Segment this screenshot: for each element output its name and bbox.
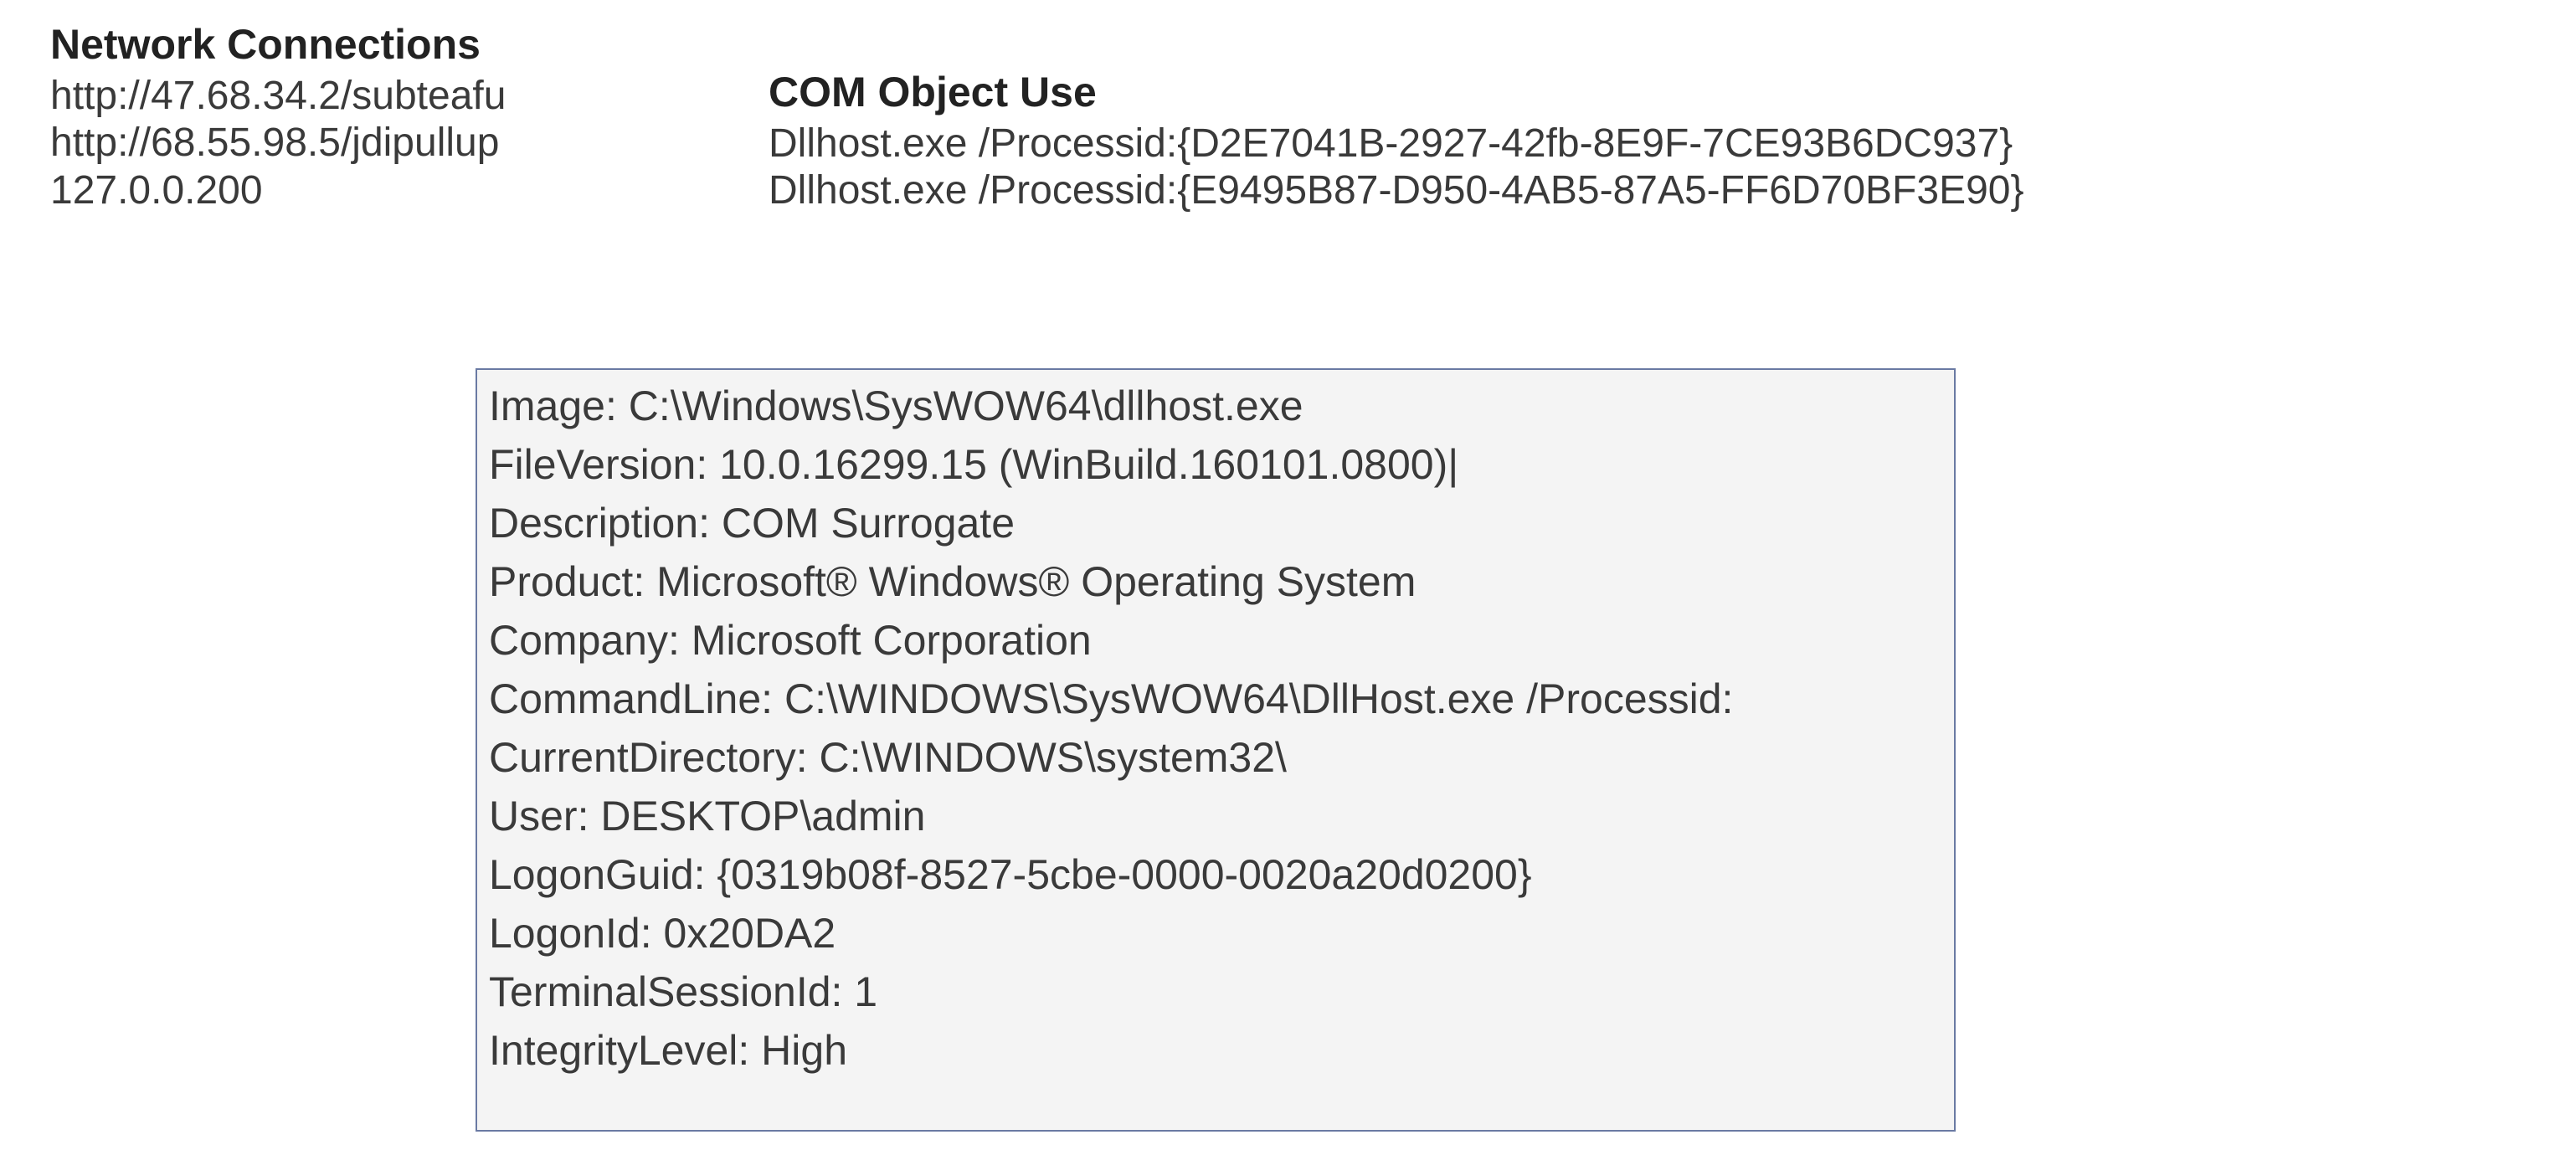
- detail-line: TerminalSessionId: 1: [489, 963, 1942, 1021]
- network-connections-heading: Network Connections: [50, 21, 506, 69]
- com-object-use-block: COM Object Use Dllhost.exe /Processid:{D…: [769, 69, 2024, 215]
- com-object-use-heading: COM Object Use: [769, 69, 2024, 117]
- detail-line: Product: Microsoft® Windows® Operating S…: [489, 552, 1942, 611]
- com-object-item: Dllhost.exe /Processid:{E9495B87-D950-4A…: [769, 167, 2024, 215]
- detail-line: Description: COM Surrogate: [489, 494, 1942, 552]
- network-connection-item: http://68.55.98.5/jdipullup: [50, 120, 506, 167]
- network-connection-item: 127.0.0.200: [50, 167, 506, 215]
- detail-line: Company: Microsoft Corporation: [489, 611, 1942, 670]
- detail-line: Image: C:\Windows\SysWOW64\dllhost.exe: [489, 377, 1942, 435]
- network-connection-item: http://47.68.34.2/subteafu: [50, 73, 506, 121]
- detail-line: CommandLine: C:\WINDOWS\SysWOW64\DllHost…: [489, 670, 1942, 728]
- process-details-box: Image: C:\Windows\SysWOW64\dllhost.exe F…: [476, 368, 1956, 1132]
- detail-line: IntegrityLevel: High: [489, 1021, 1942, 1080]
- detail-line: FileVersion: 10.0.16299.15 (WinBuild.160…: [489, 435, 1942, 494]
- detail-line: LogonGuid: {0319b08f-8527-5cbe-0000-0020…: [489, 845, 1942, 904]
- detail-line: CurrentDirectory: C:\WINDOWS\system32\: [489, 728, 1942, 787]
- network-connections-block: Network Connections http://47.68.34.2/su…: [50, 21, 506, 214]
- com-object-item: Dllhost.exe /Processid:{D2E7041B-2927-42…: [769, 121, 2024, 168]
- detail-line: LogonId: 0x20DA2: [489, 904, 1942, 963]
- detail-line: User: DESKTOP\admin: [489, 787, 1942, 845]
